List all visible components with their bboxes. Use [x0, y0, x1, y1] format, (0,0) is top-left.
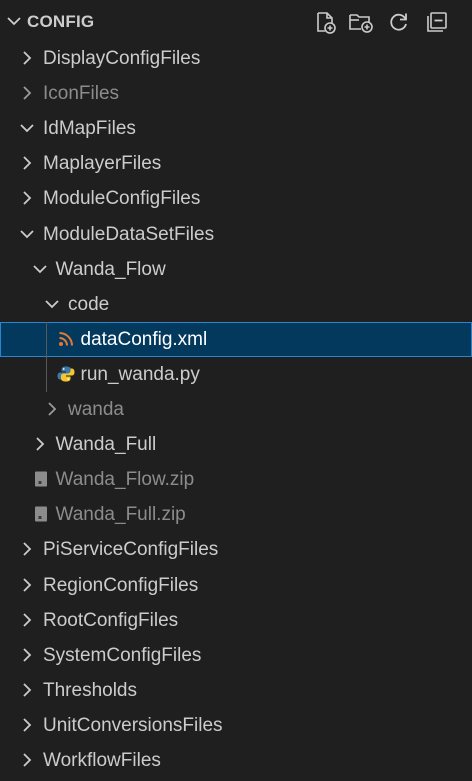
folder-item-workflowfiles[interactable]: WorkflowFiles — [0, 743, 472, 778]
new-folder-icon — [349, 14, 373, 33]
chevron-right-icon[interactable] — [18, 716, 36, 734]
folder-item-code[interactable]: code — [0, 287, 472, 322]
chevron-right-icon[interactable] — [43, 400, 61, 418]
explorer-panel: CONFIG DisplayConfigFiles IconFiles IdMa… — [0, 0, 472, 781]
explorer-section-header[interactable]: CONFIG — [0, 0, 472, 42]
folder-item-displayconfigfiles[interactable]: DisplayConfigFiles — [0, 41, 472, 76]
tree-item-label: DisplayConfigFiles — [43, 48, 201, 69]
chevron-right-icon[interactable] — [18, 189, 36, 207]
chevron-down-icon[interactable] — [18, 119, 36, 137]
file-item-dataconfig-xml[interactable]: dataConfig.xml — [0, 321, 472, 357]
new-file-icon — [317, 12, 336, 34]
indent-guide — [46, 321, 47, 392]
folder-item-systemconfigfiles[interactable]: SystemConfigFiles — [0, 638, 472, 673]
tree-item-label: IdMapFiles — [43, 118, 136, 140]
tree-item-label: run_wanda.py — [80, 363, 200, 385]
tree-item-label: WorkflowFiles — [43, 750, 161, 771]
folder-item-moduledatasetfiles[interactable]: ModuleDataSetFiles — [0, 217, 472, 252]
zip-file-icon — [34, 471, 47, 487]
chevron-right-icon[interactable] — [18, 576, 36, 594]
refresh-icon — [390, 13, 407, 31]
tree-item-label: Wanda_Flow — [55, 258, 166, 280]
tree-item-label: ModuleConfigFiles — [43, 188, 201, 210]
collapse-all-icon — [427, 12, 447, 32]
tree-item-label: SystemConfigFiles — [43, 644, 202, 666]
tree-item-label: code — [68, 293, 110, 315]
tree-item-label: Wanda_Flow.zip — [55, 469, 195, 491]
tree-item-label: Wanda_Full.zip — [55, 504, 186, 526]
folder-item-wanda-full[interactable]: Wanda_Full — [0, 427, 472, 462]
tree-item-label: IconFiles — [43, 83, 120, 105]
folder-item-iconfiles[interactable]: IconFiles — [0, 76, 472, 111]
chevron-down-icon[interactable] — [43, 295, 61, 313]
chevron-right-icon[interactable] — [18, 751, 36, 769]
folder-item-moduleconfigfiles[interactable]: ModuleConfigFiles — [0, 181, 472, 216]
new-folder-button[interactable] — [348, 9, 374, 35]
tree-item-label: ModuleDataSetFiles — [43, 223, 215, 245]
tree-item-label: MaplayerFiles — [43, 153, 162, 175]
tree-item-label: PiServiceConfigFiles — [43, 539, 219, 561]
file-item-wanda-flow-zip[interactable]: Wanda_Flow.zip — [0, 462, 472, 497]
chevron-down-icon[interactable] — [31, 260, 49, 278]
folder-item-unitconversionsfiles[interactable]: UnitConversionsFiles — [0, 708, 472, 743]
zip-file-icon — [34, 506, 47, 522]
chevron-right-icon[interactable] — [18, 611, 36, 629]
tree-item-label: RegionConfigFiles — [43, 574, 199, 596]
new-file-button[interactable] — [312, 9, 338, 35]
tree-item-label: dataConfig.xml — [80, 328, 208, 350]
tree-item-label: UnitConversionsFiles — [43, 714, 223, 736]
folder-item-wanda-flow[interactable]: Wanda_Flow — [0, 252, 472, 287]
folder-item-maplayerfiles[interactable]: MaplayerFiles — [0, 146, 472, 181]
tree-item-label: Thresholds — [43, 679, 137, 701]
chevron-right-icon[interactable] — [18, 49, 36, 67]
chevron-right-icon[interactable] — [18, 681, 36, 699]
chevron-right-icon[interactable] — [31, 435, 49, 453]
file-item-wanda-full-zip[interactable]: Wanda_Full.zip — [0, 497, 472, 532]
refresh-button[interactable] — [386, 9, 412, 35]
rss-icon — [58, 331, 73, 346]
tree-item-label: Wanda_Full — [55, 434, 157, 456]
chevron-right-icon[interactable] — [18, 154, 36, 172]
folder-item-rootconfigfiles[interactable]: RootConfigFiles — [0, 603, 472, 638]
explorer-section-title: CONFIG — [27, 12, 95, 31]
chevron-right-icon[interactable] — [18, 540, 36, 558]
tree-item-label: RootConfigFiles — [43, 609, 179, 631]
folder-item-idmapfiles[interactable]: IdMapFiles — [0, 111, 472, 146]
chevron-down-icon[interactable] — [4, 11, 24, 31]
chevron-right-icon[interactable] — [18, 646, 36, 664]
folder-item-regionconfigfiles[interactable]: RegionConfigFiles — [0, 568, 472, 603]
collapse-all-button[interactable] — [424, 9, 450, 35]
tree-item-label: wanda — [68, 399, 124, 420]
folder-item-piserviceconfigfiles[interactable]: PiServiceConfigFiles — [0, 532, 472, 567]
chevron-right-icon[interactable] — [18, 84, 36, 102]
python-icon — [57, 366, 74, 382]
folder-item-wanda[interactable]: wanda — [0, 392, 472, 427]
file-item-run-wanda-py[interactable]: run_wanda.py — [0, 357, 472, 392]
chevron-down-icon[interactable] — [18, 225, 36, 243]
folder-item-thresholds[interactable]: Thresholds — [0, 673, 472, 708]
